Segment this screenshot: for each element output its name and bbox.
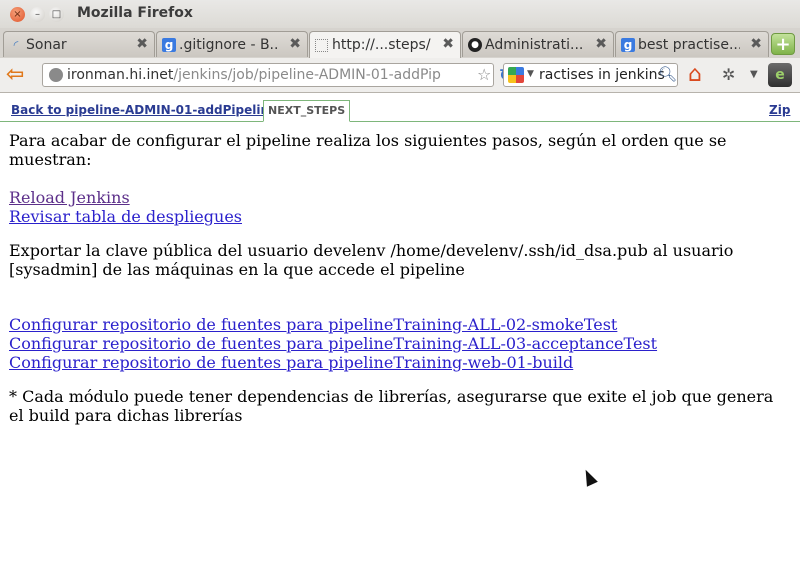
tab-strip: ◜ Sonar ✖ g .gitignore - B... ✖ http://.… bbox=[0, 28, 800, 59]
new-tab-button[interactable]: + bbox=[771, 33, 795, 55]
back-arrow-icon[interactable]: ⇦ bbox=[6, 64, 32, 86]
search-bar[interactable]: ▼ ractises in jenkins 🔍︎ bbox=[503, 63, 678, 87]
page-content: Back to pipeline-ADMIN-01-addPipeline NE… bbox=[0, 93, 800, 561]
revisar-tabla-link[interactable]: Revisar tabla de despliegues bbox=[9, 207, 789, 226]
next-steps-content: Para acabar de configurar el pipeline re… bbox=[9, 131, 789, 425]
site-identity-icon[interactable] bbox=[49, 68, 63, 82]
url-path: /jenkins/job/pipeline-ADMIN-01-addPip bbox=[173, 67, 441, 83]
repo-link-web-build[interactable]: Configurar repositorio de fuentes para p… bbox=[9, 353, 789, 372]
url-domain: ironman.hi.inet bbox=[67, 67, 174, 83]
firebug-dropdown-icon[interactable]: ▼ bbox=[750, 69, 758, 80]
url-bar[interactable]: ironman.hi.inet/jenkins/job/pipeline-ADM… bbox=[42, 63, 513, 87]
evernote-icon[interactable]: e bbox=[768, 63, 792, 87]
maximize-window-icon[interactable]: □ bbox=[49, 7, 64, 22]
tab-label: best practise... bbox=[638, 37, 740, 53]
tab-administration[interactable]: ● Administrati... ✖ bbox=[462, 31, 614, 57]
github-icon: ● bbox=[468, 38, 482, 52]
tab-label: http://...steps/ bbox=[332, 37, 431, 53]
tab-gitignore[interactable]: g .gitignore - B... ✖ bbox=[156, 31, 308, 57]
minimize-window-icon[interactable]: – bbox=[30, 7, 45, 22]
repo-link-smoketest[interactable]: Configurar repositorio de fuentes para p… bbox=[9, 315, 789, 334]
tab-label: Sonar bbox=[26, 37, 67, 53]
mouse-cursor bbox=[580, 467, 598, 487]
tab-label: Administrati... bbox=[485, 37, 584, 53]
close-tab-icon[interactable]: ✖ bbox=[750, 36, 762, 52]
close-tab-icon[interactable]: ✖ bbox=[136, 36, 148, 52]
dependencies-note: * Cada módulo puede tener dependencias d… bbox=[9, 387, 774, 425]
firebug-icon[interactable]: ✲ bbox=[722, 65, 735, 84]
search-engine-dropdown-icon[interactable]: ▼ bbox=[527, 69, 534, 79]
window-title: Mozilla Firefox bbox=[77, 5, 193, 21]
tab-label: .gitignore - B... bbox=[179, 37, 279, 53]
intro-text: Para acabar de configurar el pipeline re… bbox=[9, 131, 727, 169]
reload-jenkins-link[interactable]: Reload Jenkins bbox=[9, 188, 789, 207]
tab-next-steps-active[interactable]: NEXT_STEPS bbox=[263, 100, 351, 122]
close-window-icon[interactable]: × bbox=[10, 7, 25, 22]
navigation-bar: ⇦ ironman.hi.inet/jenkins/job/pipeline-A… bbox=[0, 58, 800, 93]
google-icon: g bbox=[162, 38, 176, 52]
export-key-text: Exportar la clave pública del usuario de… bbox=[9, 241, 734, 279]
bookmark-star-icon[interactable]: ☆ bbox=[477, 65, 491, 84]
google-icon: g bbox=[621, 38, 635, 52]
tab-sonar[interactable]: ◜ Sonar ✖ bbox=[3, 31, 155, 57]
jenkins-tab-bar: Back to pipeline-ADMIN-01-addPipeline NE… bbox=[0, 93, 800, 122]
url-text: ironman.hi.inet/jenkins/job/pipeline-ADM… bbox=[67, 67, 452, 83]
magnifier-icon[interactable]: 🔍︎ bbox=[658, 65, 677, 83]
home-icon[interactable]: ⌂ bbox=[688, 62, 702, 87]
repo-link-acceptancetest[interactable]: Configurar repositorio de fuentes para p… bbox=[9, 334, 789, 353]
sonar-icon: ◜ bbox=[13, 38, 19, 52]
title-bar: × – □ Mozilla Firefox bbox=[0, 0, 800, 28]
search-input[interactable]: ractises in jenkins bbox=[539, 67, 665, 83]
blank-page-icon bbox=[315, 39, 328, 52]
close-tab-icon[interactable]: ✖ bbox=[595, 36, 607, 52]
tab-best-practise[interactable]: g best practise... ✖ bbox=[615, 31, 769, 57]
close-tab-icon[interactable]: ✖ bbox=[442, 36, 454, 52]
close-tab-icon[interactable]: ✖ bbox=[289, 36, 301, 52]
zip-link[interactable]: Zip bbox=[769, 103, 790, 117]
back-to-pipeline-link[interactable]: Back to pipeline-ADMIN-01-addPipeline bbox=[11, 103, 277, 117]
google-search-engine-icon[interactable] bbox=[508, 67, 524, 83]
tab-next-steps[interactable]: http://...steps/ ✖ bbox=[309, 31, 461, 59]
